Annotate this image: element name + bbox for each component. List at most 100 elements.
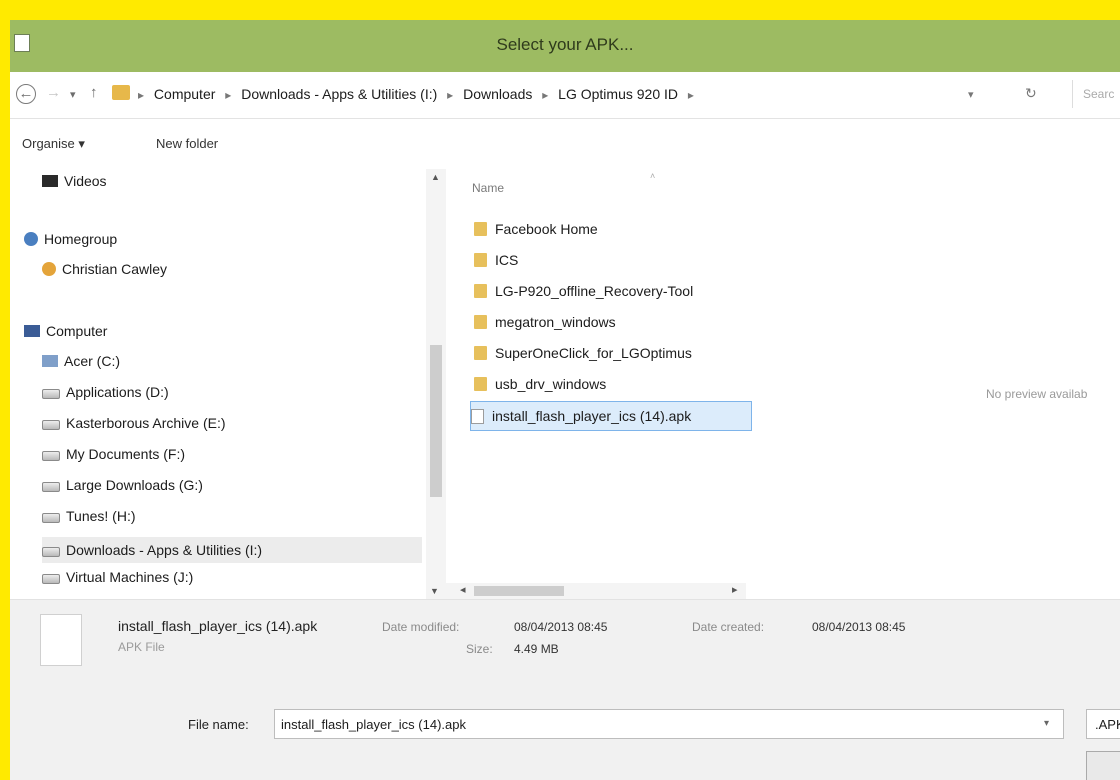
list-item[interactable]: megatron_windows bbox=[474, 308, 754, 336]
nav-item-label: Videos bbox=[64, 173, 107, 189]
drive-icon bbox=[42, 513, 60, 523]
list-item[interactable]: SuperOneClick_for_LGOptimus bbox=[474, 339, 754, 367]
breadcrumb-lg-optimus[interactable]: LG Optimus 920 ID bbox=[558, 86, 678, 102]
details-file-name: install_flash_player_ics (14).apk bbox=[118, 618, 318, 634]
nav-item-drive-g[interactable]: Large Downloads (G:) bbox=[42, 477, 203, 493]
date-modified-label: Date modified: bbox=[382, 620, 460, 634]
breadcrumb-separator-icon: ▸ bbox=[225, 88, 232, 102]
folder-icon bbox=[474, 253, 487, 267]
nav-item-drive-e[interactable]: Kasterborous Archive (E:) bbox=[42, 415, 226, 431]
breadcrumb-separator-icon[interactable]: ▸ bbox=[688, 88, 694, 102]
breadcrumb-computer[interactable]: Computer bbox=[154, 86, 215, 102]
scroll-down-icon[interactable]: ▼ bbox=[430, 586, 439, 596]
refresh-icon[interactable]: ↻ bbox=[1025, 85, 1037, 102]
breadcrumb-separator-icon: ▸ bbox=[447, 88, 454, 102]
list-item[interactable]: LG-P920_offline_Recovery-Tool bbox=[474, 277, 754, 305]
date-modified-value: 08/04/2013 08:45 bbox=[514, 620, 608, 634]
folder-icon bbox=[474, 222, 487, 236]
scrollbar-thumb[interactable] bbox=[430, 345, 442, 497]
nav-item-label: Acer (C:) bbox=[64, 353, 120, 369]
address-row: ← → ▾ ↑ ▸ Computer ▸ Downloads - Apps & … bbox=[10, 72, 1120, 119]
preview-pane-message: No preview availab bbox=[986, 387, 1088, 401]
nav-item-drive-i[interactable]: Downloads - Apps & Utilities (I:) bbox=[42, 537, 422, 563]
file-name: usb_drv_windows bbox=[495, 376, 607, 392]
scroll-right-icon[interactable]: ▸ bbox=[732, 583, 738, 596]
nav-item-label: My Documents (F:) bbox=[66, 446, 186, 462]
homegroup-icon bbox=[24, 232, 38, 246]
open-button[interactable] bbox=[1086, 751, 1120, 780]
filename-bar: File name: install_flash_player_ics (14)… bbox=[10, 679, 1120, 780]
file-name: ICS bbox=[495, 252, 519, 268]
breadcrumb-downloads[interactable]: Downloads bbox=[463, 86, 532, 102]
up-arrow-icon[interactable]: ↑ bbox=[90, 84, 98, 101]
column-header-name[interactable]: Name bbox=[472, 181, 504, 195]
navigation-pane: Videos Homegroup Christian Cawley Comput… bbox=[10, 169, 446, 599]
breadcrumb-separator-icon: ▸ bbox=[542, 88, 549, 102]
scroll-left-icon[interactable]: ◂ bbox=[460, 583, 466, 596]
nav-item-drive-f[interactable]: My Documents (F:) bbox=[42, 446, 185, 462]
size-value: 4.49 MB bbox=[514, 642, 559, 656]
new-folder-button[interactable]: New folder bbox=[156, 136, 218, 151]
size-label: Size: bbox=[466, 642, 493, 656]
file-name: install_flash_player_ics (14).apk bbox=[492, 408, 692, 424]
list-item[interactable]: ICS bbox=[474, 246, 754, 274]
videos-icon bbox=[42, 175, 58, 187]
organise-button[interactable]: Organise ▾ bbox=[22, 136, 85, 152]
nav-item-homegroup[interactable]: Homegroup bbox=[24, 231, 117, 247]
scrollbar-thumb[interactable] bbox=[474, 586, 564, 596]
nav-item-label: Downloads - Apps & Utilities (I:) bbox=[66, 542, 263, 558]
file-name-input[interactable]: install_flash_player_ics (14).apk bbox=[274, 709, 1064, 739]
window-title: Select your APK... bbox=[496, 35, 634, 54]
folder-icon bbox=[474, 284, 487, 298]
computer-icon bbox=[24, 325, 40, 337]
back-arrow-icon[interactable]: ← bbox=[16, 84, 36, 104]
nav-scrollbar[interactable]: ▲ bbox=[426, 169, 446, 599]
drive-icon bbox=[42, 574, 60, 584]
drive-icon bbox=[42, 389, 60, 399]
nav-item-videos[interactable]: Videos bbox=[42, 173, 107, 189]
folder-icon bbox=[474, 315, 487, 329]
file-dialog: Select your APK... ← → ▾ ↑ ▸ Computer ▸ … bbox=[10, 20, 1120, 780]
title-bar: Select your APK... bbox=[10, 20, 1120, 72]
nav-item-drive-c[interactable]: Acer (C:) bbox=[42, 353, 120, 369]
nav-item-user[interactable]: Christian Cawley bbox=[42, 261, 167, 277]
file-type-select[interactable]: .APK bbox=[1086, 709, 1120, 739]
sort-indicator-icon: ˄ bbox=[650, 171, 656, 181]
address-dropdown-icon[interactable]: ▾ bbox=[968, 88, 974, 101]
nav-item-drive-d[interactable]: Applications (D:) bbox=[42, 384, 169, 400]
nav-item-computer[interactable]: Computer bbox=[24, 323, 107, 339]
details-pane: install_flash_player_ics (14).apk APK Fi… bbox=[10, 599, 1120, 680]
chevron-down-icon[interactable]: ▾ bbox=[1044, 718, 1049, 729]
nav-item-label: Computer bbox=[46, 323, 108, 339]
recent-locations-icon[interactable]: ▾ bbox=[70, 88, 76, 101]
file-list: Name ˄ Facebook Home ICS LG-P920_offline… bbox=[446, 169, 1120, 599]
breadcrumb: ▸ Computer ▸ Downloads - Apps & Utilitie… bbox=[138, 86, 700, 102]
folder-icon bbox=[474, 346, 487, 360]
file-icon bbox=[471, 408, 484, 424]
nav-item-label: Christian Cawley bbox=[62, 261, 168, 277]
nav-item-label: Applications (D:) bbox=[66, 384, 169, 400]
nav-item-drive-h[interactable]: Tunes! (H:) bbox=[42, 508, 136, 524]
toolbar: Organise ▾ New folder bbox=[10, 119, 1120, 169]
breadcrumb-drive[interactable]: Downloads - Apps & Utilities (I:) bbox=[241, 86, 437, 102]
drive-icon bbox=[42, 482, 60, 492]
breadcrumb-separator-icon: ▸ bbox=[138, 88, 145, 102]
nav-item-drive-j[interactable]: Virtual Machines (J:) bbox=[42, 569, 193, 585]
drive-icon bbox=[42, 355, 58, 367]
scroll-up-icon[interactable]: ▲ bbox=[431, 172, 440, 182]
file-thumbnail-icon bbox=[40, 614, 82, 666]
list-item[interactable]: Facebook Home bbox=[474, 215, 754, 243]
nav-item-label: Tunes! (H:) bbox=[66, 508, 136, 524]
nav-item-label: Virtual Machines (J:) bbox=[66, 569, 194, 585]
date-created-value: 08/04/2013 08:45 bbox=[812, 620, 906, 634]
file-name-label: File name: bbox=[188, 717, 249, 732]
file-name: LG-P920_offline_Recovery-Tool bbox=[495, 283, 694, 299]
search-input[interactable]: Searc bbox=[1072, 80, 1120, 108]
folder-icon bbox=[474, 377, 487, 391]
list-item[interactable]: usb_drv_windows bbox=[474, 370, 754, 398]
list-item-selected[interactable]: install_flash_player_ics (14).apk bbox=[470, 401, 752, 431]
forward-arrow-icon[interactable]: → bbox=[46, 84, 61, 101]
file-list-hscrollbar[interactable]: ◂ ▸ bbox=[446, 583, 746, 599]
nav-item-label: Kasterborous Archive (E:) bbox=[66, 415, 226, 431]
file-name: megatron_windows bbox=[495, 314, 616, 330]
